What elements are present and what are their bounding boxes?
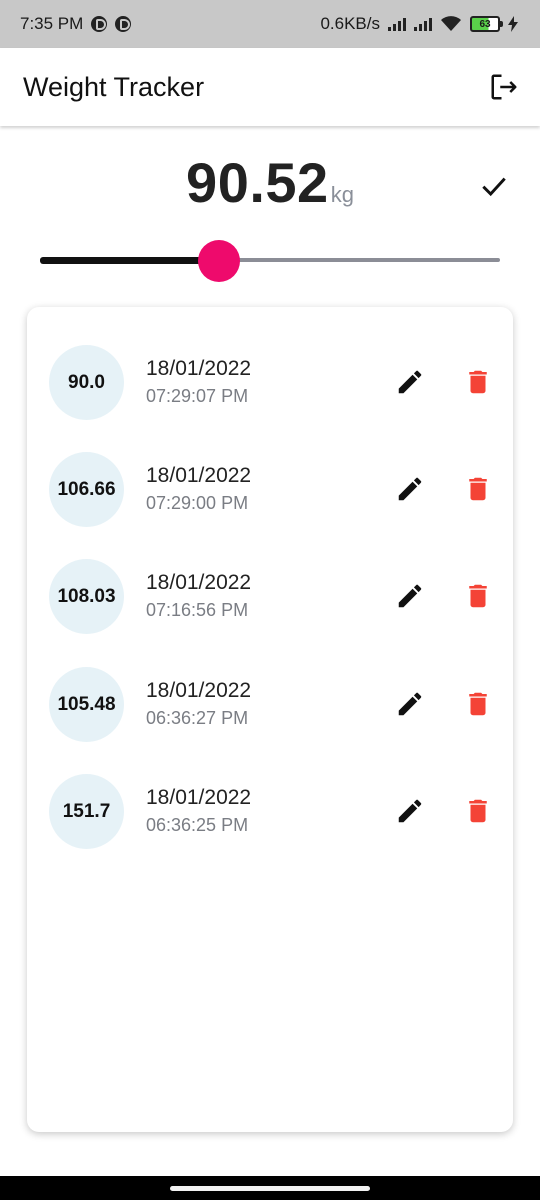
trash-icon: [469, 692, 487, 716]
weight-slider[interactable]: [40, 240, 500, 282]
slider-thumb[interactable]: [198, 240, 240, 282]
pencil-icon: [398, 477, 422, 501]
edit-button[interactable]: [395, 796, 425, 831]
weight-badge: 90.0: [49, 345, 124, 420]
app-bar: Weight Tracker: [0, 48, 540, 126]
battery-level: 63: [479, 18, 491, 30]
status-time: 7:35 PM: [20, 14, 84, 33]
weight-value-wrap: 90.52kg: [0, 150, 540, 215]
weight-unit: kg: [330, 182, 354, 207]
weight-badge: 105.48: [49, 667, 124, 742]
entry-time: 07:29:07 PM: [146, 386, 249, 406]
status-bar: 7:35 PM 0.6KB/s 63: [0, 0, 540, 48]
status-right: 0.6KB/s 63: [320, 14, 518, 34]
weight-badge: 106.66: [49, 452, 124, 527]
delete-button[interactable]: [463, 367, 493, 402]
confirm-button[interactable]: [478, 170, 510, 202]
entry-time: 07:29:00 PM: [146, 493, 249, 513]
logout-button[interactable]: [488, 71, 520, 103]
list-item: 151.7 18/01/2022 06:36:25 PM: [49, 774, 489, 850]
entry-date: 18/01/2022: [146, 786, 252, 809]
entry-time: 06:36:25 PM: [146, 815, 249, 835]
delete-button[interactable]: [463, 581, 493, 616]
delete-button[interactable]: [463, 689, 493, 724]
trash-icon: [469, 584, 487, 608]
edit-button[interactable]: [395, 689, 425, 724]
navigation-bar: [0, 1176, 540, 1200]
delete-button[interactable]: [463, 796, 493, 831]
slider-fill: [40, 257, 219, 264]
weight-badge: 108.03: [49, 559, 124, 634]
trash-icon: [469, 477, 487, 501]
entry-time: 07:16:56 PM: [146, 600, 249, 620]
list-item: 105.48 18/01/2022 06:36:27 PM: [49, 667, 489, 743]
list-item: 90.0 18/01/2022 07:29:07 PM: [49, 345, 489, 421]
pencil-icon: [398, 799, 422, 823]
notification-icon: [91, 16, 108, 32]
edit-button[interactable]: [395, 367, 425, 402]
notification-icon: [115, 16, 132, 32]
entry-date: 18/01/2022: [146, 679, 252, 702]
weight-display: 90.52kg: [0, 150, 540, 230]
delete-button[interactable]: [463, 474, 493, 509]
signal-icon: [414, 17, 432, 31]
check-icon: [482, 177, 506, 197]
entry-date: 18/01/2022: [146, 571, 252, 594]
current-weight: 90.52: [186, 151, 329, 214]
status-left: 7:35 PM: [20, 14, 132, 34]
entry-time: 06:36:27 PM: [146, 708, 249, 728]
home-gesture-handle[interactable]: [170, 1186, 370, 1191]
pencil-icon: [398, 584, 422, 608]
page-title: Weight Tracker: [23, 71, 205, 102]
wifi-icon: [441, 16, 461, 31]
pencil-icon: [398, 692, 422, 716]
signal-icon: [388, 17, 406, 31]
weight-badge: 151.7: [49, 774, 124, 849]
entry-date: 18/01/2022: [146, 357, 252, 380]
charging-icon: [508, 16, 518, 32]
edit-button[interactable]: [395, 474, 425, 509]
trash-icon: [469, 799, 487, 823]
logout-icon: [491, 74, 517, 100]
list-item: 108.03 18/01/2022 07:16:56 PM: [49, 559, 489, 635]
weight-history-card: 90.0 18/01/2022 07:29:07 PM 106.66 18/01/202…: [27, 307, 513, 1132]
network-speed: 0.6KB/s: [320, 14, 380, 33]
battery-icon: 63: [470, 16, 503, 32]
edit-button[interactable]: [395, 581, 425, 616]
list-item: 106.66 18/01/2022 07:29:00 PM: [49, 452, 489, 528]
entry-date: 18/01/2022: [146, 464, 252, 487]
pencil-icon: [398, 370, 422, 394]
trash-icon: [469, 370, 487, 394]
